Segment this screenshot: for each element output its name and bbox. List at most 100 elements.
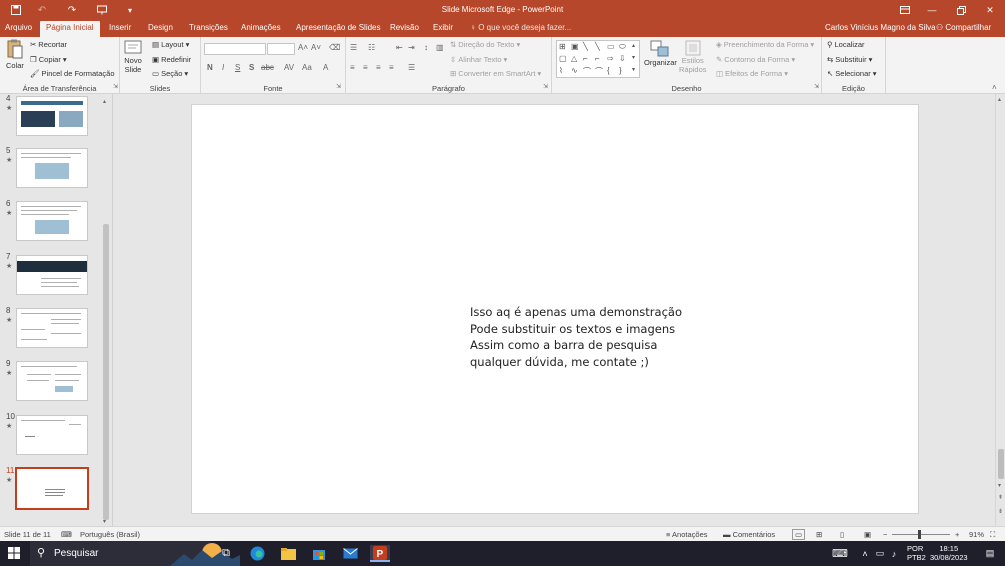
editor-scrollbar[interactable]: ▴ ▾ ⇞ ⇟	[995, 94, 1005, 526]
zoom-slider-thumb[interactable]	[918, 530, 921, 539]
thumbnail-scrollbar-thumb[interactable]	[103, 224, 109, 520]
format-painter-button[interactable]: 🖌 Pincel de Formatação	[30, 69, 114, 78]
tab-home[interactable]: Página Inicial	[40, 21, 100, 37]
replace-button[interactable]: ⇆ Substituir ▾	[827, 55, 872, 64]
decrease-indent-icon[interactable]: ⇤	[396, 43, 403, 52]
fit-slide-icon[interactable]: ⛶	[990, 530, 995, 540]
clear-format-icon[interactable]: ⌫	[329, 43, 340, 52]
font-size-input[interactable]	[267, 43, 295, 55]
slide-thumbnail-pane[interactable]: 4 ★ 5 ★ 6 ★ 7 ★ 8 ★ 9 ★ 10 ★ 11 ★ ▴ ▾	[0, 94, 113, 526]
shape-effects-button[interactable]: ◫ Efeitos de Forma ▾	[716, 69, 788, 78]
tab-view[interactable]: Exibir	[433, 23, 453, 32]
tab-slideshow[interactable]: Apresentação de Slides	[296, 23, 381, 32]
windows-start-icon[interactable]	[8, 547, 20, 559]
previous-slide-icon[interactable]: ⇞	[998, 494, 1003, 501]
curve-icon[interactable]: ⌒	[595, 66, 603, 77]
find-button[interactable]: ⚲ Localizar	[827, 40, 865, 49]
arrange-button[interactable]: Organizar	[644, 40, 677, 67]
align-center-icon[interactable]: ≡	[363, 63, 368, 72]
reading-view-icon[interactable]: ▯	[840, 530, 844, 539]
shape-outline-button[interactable]: ✎ Contorno da Forma ▾	[716, 55, 795, 64]
notes-button[interactable]: ≡ Anotações	[666, 530, 708, 539]
volume-icon[interactable]: ♪	[888, 545, 900, 562]
align-text-button[interactable]: ⇳ Alinhar Texto ▾	[450, 55, 507, 64]
normal-view-icon[interactable]: ▭	[792, 529, 806, 540]
slide-thumbnail-6[interactable]	[16, 201, 88, 241]
tray-chevron-up-icon[interactable]: ˄	[859, 545, 871, 562]
language-status[interactable]: Português (Brasil)	[80, 530, 140, 539]
slide-text-box[interactable]: Isso aq é apenas uma demonstração Pode s…	[470, 304, 682, 370]
close-icon[interactable]: ✕	[980, 3, 1000, 17]
ribbon-display-icon[interactable]	[895, 3, 915, 17]
input-language[interactable]: POR PTB2	[907, 544, 926, 562]
scroll-down-icon[interactable]: ▾	[998, 482, 1001, 489]
line-shape-icon[interactable]: ╲	[595, 42, 600, 51]
share-button[interactable]: ⚇ Compartilhar	[936, 23, 991, 32]
freeform-icon[interactable]: ⌇	[559, 66, 563, 75]
minimize-icon[interactable]: —	[922, 3, 942, 17]
text-direction-button[interactable]: ⇅ Direção do Texto ▾	[450, 40, 520, 49]
tab-insert[interactable]: Inserir	[109, 23, 131, 32]
scroll-up-icon[interactable]: ▴	[632, 42, 635, 49]
tab-transitions[interactable]: Transições	[189, 23, 228, 32]
quick-styles-button[interactable]: Estilos Rápidos	[679, 40, 707, 74]
textbox-shape-icon[interactable]: ⊞	[559, 42, 566, 51]
zoom-out-icon[interactable]: −	[883, 530, 887, 539]
zoom-in-icon[interactable]: +	[955, 530, 959, 539]
underline-button[interactable]: S	[235, 63, 240, 72]
powerpoint-taskbar-icon[interactable]: P	[370, 545, 390, 562]
arrow-down-shape-icon[interactable]: ⇩	[619, 54, 626, 63]
justify-icon[interactable]: ≡	[389, 63, 394, 72]
new-slide-button[interactable]: Novo Slide	[124, 40, 142, 74]
tab-review[interactable]: Revisão	[390, 23, 419, 32]
spellcheck-icon[interactable]: ⌨	[61, 530, 72, 539]
user-name[interactable]: Carlos Vinícius Magno da Silva	[825, 23, 936, 32]
elbow-connector-icon[interactable]: ⌐	[583, 54, 588, 63]
slide-canvas[interactable]: Isso aq é apenas uma demonstração Pode s…	[191, 104, 919, 514]
reset-button[interactable]: ▣ Redefinir	[152, 55, 191, 64]
scroll-up-icon[interactable]: ▴	[998, 96, 1001, 103]
comments-button[interactable]: ▬ Comentários	[723, 530, 775, 539]
brace-icon[interactable]: }	[619, 66, 622, 75]
restore-icon[interactable]	[951, 3, 971, 17]
curve-icon[interactable]: ⌒	[583, 66, 591, 77]
distribute-icon[interactable]: ☰	[408, 63, 415, 72]
slide-thumbnail-8[interactable]	[16, 308, 88, 348]
notifications-icon[interactable]: ▤	[983, 545, 997, 562]
change-case-button[interactable]: Aa	[302, 63, 312, 72]
oval-shape-icon[interactable]: ⬭	[619, 42, 626, 52]
slideshow-view-icon[interactable]: ▣	[864, 530, 871, 539]
collapse-ribbon-icon[interactable]: ˄	[992, 83, 997, 92]
line-spacing-icon[interactable]: ↕	[424, 43, 428, 52]
slide-thumbnail-11[interactable]	[15, 467, 89, 510]
columns-icon[interactable]: ▥	[436, 43, 444, 52]
triangle-shape-icon[interactable]: △	[571, 54, 577, 63]
mail-icon[interactable]	[341, 545, 359, 562]
smartart-button[interactable]: ⊞ Converter em SmartArt ▾	[450, 69, 541, 78]
slide-editor[interactable]: Isso aq é apenas uma demonstração Pode s…	[114, 94, 995, 526]
curve-icon[interactable]: ∿	[571, 66, 578, 75]
edge-icon[interactable]	[248, 545, 266, 562]
arrow-right-shape-icon[interactable]: ⇨	[607, 54, 614, 63]
brace-icon[interactable]: {	[607, 66, 610, 75]
scroll-up-icon[interactable]: ▴	[103, 98, 106, 105]
store-icon[interactable]	[310, 545, 328, 562]
rounded-rect-shape-icon[interactable]: ▢	[559, 54, 567, 63]
tab-animations[interactable]: Animações	[241, 23, 281, 32]
rectangle-shape-icon[interactable]: ▭	[607, 42, 615, 51]
strikethrough-button[interactable]: abc	[261, 63, 274, 72]
font-launcher-icon[interactable]: ⇲	[336, 83, 341, 90]
elbow-connector-icon[interactable]: ⌐	[595, 54, 600, 63]
drawing-launcher-icon[interactable]: ⇲	[814, 83, 819, 90]
shrink-font-icon[interactable]: A˅	[311, 43, 321, 52]
paragraph-launcher-icon[interactable]: ⇲	[543, 83, 548, 90]
slide-thumbnail-9[interactable]	[16, 361, 88, 401]
zoom-level[interactable]: 91%	[969, 530, 984, 539]
bold-button[interactable]: N	[207, 63, 213, 72]
slide-thumbnail-5[interactable]	[16, 148, 88, 188]
editor-scrollbar-thumb[interactable]	[998, 449, 1004, 479]
layout-button[interactable]: ▤ Layout ▾	[152, 40, 189, 49]
bullets-icon[interactable]: ☰	[350, 43, 357, 52]
line-shape-icon[interactable]: ╲	[583, 42, 588, 51]
copy-button[interactable]: ❐ Copiar ▾	[30, 55, 67, 64]
